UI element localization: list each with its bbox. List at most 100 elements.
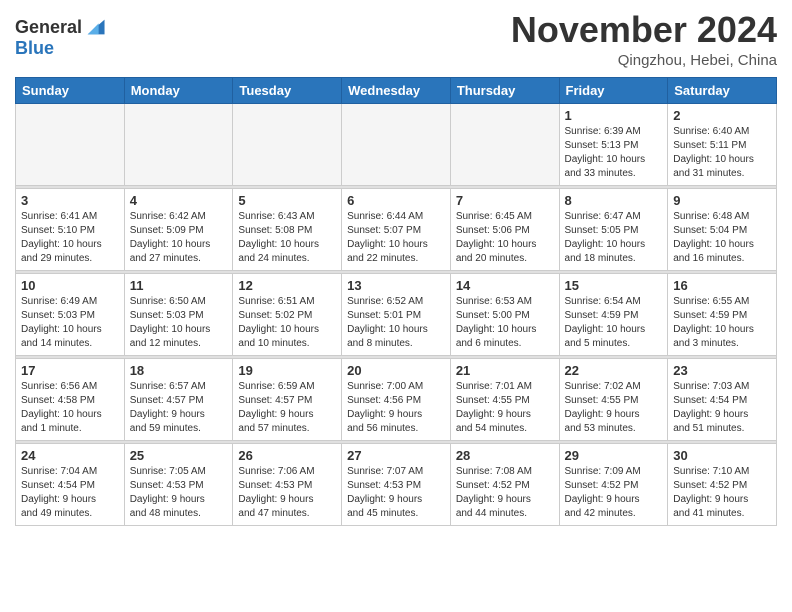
day-number: 24 (21, 448, 119, 463)
day-info: Sunrise: 7:09 AM Sunset: 4:52 PM Dayligh… (565, 465, 663, 521)
table-row: 3Sunrise: 6:41 AM Sunset: 5:10 PM Daylig… (16, 188, 125, 270)
day-number: 14 (456, 278, 554, 293)
day-number: 15 (565, 278, 663, 293)
day-info: Sunrise: 7:01 AM Sunset: 4:55 PM Dayligh… (456, 380, 554, 436)
day-number: 22 (565, 363, 663, 378)
page: General Blue November 2024 Qingzhou, Heb… (0, 0, 792, 541)
day-info: Sunrise: 7:10 AM Sunset: 4:52 PM Dayligh… (673, 465, 771, 521)
table-row: 9 Sunrise: 6:48 AM Sunset: 5:04 PM Daylig… (668, 188, 777, 270)
table-row (450, 103, 559, 185)
table-row: 26 Sunrise: 7:06 AM Sunset: 4:53 PM Dayli… (233, 443, 342, 525)
table-row: 16 Sunrise: 6:55 AM Sunset: 4:59 PM Dayli… (668, 273, 777, 355)
table-row (342, 103, 451, 185)
table-row: 13 Sunrise: 6:52 AM Sunset: 5:01 PM Dayli… (342, 273, 451, 355)
day-info: Sunrise: 6:54 AM Sunset: 4:59 PM Dayligh… (565, 295, 663, 351)
logo-blue-text: Blue (15, 38, 54, 58)
table-row: 4Sunrise: 6:42 AM Sunset: 5:09 PM Daylig… (124, 188, 233, 270)
day-info: Sunrise: 6:52 AM Sunset: 5:01 PM Dayligh… (347, 295, 445, 351)
day-number: 18 (130, 363, 228, 378)
logo-icon (84, 16, 106, 38)
table-row: 11Sunrise: 6:50 AM Sunset: 5:03 PM Dayli… (124, 273, 233, 355)
calendar-week-row: 10 Sunrise: 6:49 AM Sunset: 5:03 PM Dayli… (16, 273, 777, 355)
day-info: Sunrise: 6:57 AM Sunset: 4:57 PM Dayligh… (130, 380, 228, 436)
day-number: 2 (673, 108, 771, 123)
calendar-header-row: Sunday Monday Tuesday Wednesday Thursday… (16, 77, 777, 103)
day-info: Sunrise: 6:49 AM Sunset: 5:03 PM Dayligh… (21, 295, 119, 351)
table-row: 14 Sunrise: 6:53 AM Sunset: 5:00 PM Dayli… (450, 273, 559, 355)
day-info: Sunrise: 6:43 AM Sunset: 5:08 PM Dayligh… (238, 210, 336, 266)
day-info: Sunrise: 6:41 AM Sunset: 5:10 PM Dayligh… (21, 210, 119, 266)
day-info: Sunrise: 6:53 AM Sunset: 5:00 PM Dayligh… (456, 295, 554, 351)
location: Qingzhou, Hebei, China (511, 52, 777, 69)
day-info: Sunrise: 6:45 AM Sunset: 5:06 PM Dayligh… (456, 210, 554, 266)
table-row: 27 Sunrise: 7:07 AM Sunset: 4:53 PM Dayli… (342, 443, 451, 525)
day-number: 30 (673, 448, 771, 463)
day-number: 17 (21, 363, 119, 378)
day-info: Sunrise: 7:03 AM Sunset: 4:54 PM Dayligh… (673, 380, 771, 436)
table-row: 25Sunrise: 7:05 AM Sunset: 4:53 PM Dayli… (124, 443, 233, 525)
day-number: 23 (673, 363, 771, 378)
table-row: 21 Sunrise: 7:01 AM Sunset: 4:55 PM Dayli… (450, 358, 559, 440)
day-info: Sunrise: 6:56 AM Sunset: 4:58 PM Dayligh… (21, 380, 119, 436)
table-row: 10 Sunrise: 6:49 AM Sunset: 5:03 PM Dayli… (16, 273, 125, 355)
table-row (16, 103, 125, 185)
day-number: 4 (130, 193, 228, 208)
day-info: Sunrise: 7:08 AM Sunset: 4:52 PM Dayligh… (456, 465, 554, 521)
day-info: Sunrise: 6:51 AM Sunset: 5:02 PM Dayligh… (238, 295, 336, 351)
header: General Blue November 2024 Qingzhou, Heb… (15, 10, 777, 69)
day-number: 1 (565, 108, 663, 123)
table-row: 18 Sunrise: 6:57 AM Sunset: 4:57 PM Dayli… (124, 358, 233, 440)
day-number: 19 (238, 363, 336, 378)
table-row: 30 Sunrise: 7:10 AM Sunset: 4:52 PM Dayli… (668, 443, 777, 525)
day-info: Sunrise: 7:02 AM Sunset: 4:55 PM Dayligh… (565, 380, 663, 436)
col-saturday: Saturday (668, 77, 777, 103)
day-info: Sunrise: 7:06 AM Sunset: 4:53 PM Dayligh… (238, 465, 336, 521)
day-info: Sunrise: 7:04 AM Sunset: 4:54 PM Dayligh… (21, 465, 119, 521)
logo: General Blue (15, 10, 106, 59)
day-info: Sunrise: 6:48 AM Sunset: 5:04 PM Dayligh… (673, 210, 771, 266)
day-number: 12 (238, 278, 336, 293)
table-row (233, 103, 342, 185)
table-row: 23 Sunrise: 7:03 AM Sunset: 4:54 PM Dayli… (668, 358, 777, 440)
day-number: 28 (456, 448, 554, 463)
table-row: 2 Sunrise: 6:40 AM Sunset: 5:11 PM Daylig… (668, 103, 777, 185)
table-row: 22 Sunrise: 7:02 AM Sunset: 4:55 PM Dayli… (559, 358, 668, 440)
day-number: 27 (347, 448, 445, 463)
col-sunday: Sunday (16, 77, 125, 103)
day-number: 13 (347, 278, 445, 293)
day-info: Sunrise: 6:55 AM Sunset: 4:59 PM Dayligh… (673, 295, 771, 351)
col-tuesday: Tuesday (233, 77, 342, 103)
day-number: 7 (456, 193, 554, 208)
table-row: 29Sunrise: 7:09 AM Sunset: 4:52 PM Dayli… (559, 443, 668, 525)
day-info: Sunrise: 6:44 AM Sunset: 5:07 PM Dayligh… (347, 210, 445, 266)
table-row: 24 Sunrise: 7:04 AM Sunset: 4:54 PM Dayli… (16, 443, 125, 525)
calendar-week-row: 24 Sunrise: 7:04 AM Sunset: 4:54 PM Dayli… (16, 443, 777, 525)
day-info: Sunrise: 6:47 AM Sunset: 5:05 PM Dayligh… (565, 210, 663, 266)
table-row: 8Sunrise: 6:47 AM Sunset: 5:05 PM Daylig… (559, 188, 668, 270)
day-info: Sunrise: 6:39 AM Sunset: 5:13 PM Dayligh… (565, 125, 663, 181)
day-number: 16 (673, 278, 771, 293)
table-row: 5Sunrise: 6:43 AM Sunset: 5:08 PM Daylig… (233, 188, 342, 270)
table-row: 7 Sunrise: 6:45 AM Sunset: 5:06 PM Daylig… (450, 188, 559, 270)
table-row: 20Sunrise: 7:00 AM Sunset: 4:56 PM Dayli… (342, 358, 451, 440)
table-row: 19 Sunrise: 6:59 AM Sunset: 4:57 PM Dayli… (233, 358, 342, 440)
col-wednesday: Wednesday (342, 77, 451, 103)
day-number: 25 (130, 448, 228, 463)
day-info: Sunrise: 7:07 AM Sunset: 4:53 PM Dayligh… (347, 465, 445, 521)
day-info: Sunrise: 6:40 AM Sunset: 5:11 PM Dayligh… (673, 125, 771, 181)
day-info: Sunrise: 6:59 AM Sunset: 4:57 PM Dayligh… (238, 380, 336, 436)
logo-general-text: General (15, 17, 82, 38)
col-thursday: Thursday (450, 77, 559, 103)
table-row: 1 Sunrise: 6:39 AM Sunset: 5:13 PM Daylig… (559, 103, 668, 185)
table-row: 17 Sunrise: 6:56 AM Sunset: 4:58 PM Dayli… (16, 358, 125, 440)
table-row: 6 Sunrise: 6:44 AM Sunset: 5:07 PM Daylig… (342, 188, 451, 270)
col-monday: Monday (124, 77, 233, 103)
day-number: 10 (21, 278, 119, 293)
table-row: 15 Sunrise: 6:54 AM Sunset: 4:59 PM Dayli… (559, 273, 668, 355)
calendar-week-row: 1 Sunrise: 6:39 AM Sunset: 5:13 PM Daylig… (16, 103, 777, 185)
day-number: 21 (456, 363, 554, 378)
day-number: 6 (347, 193, 445, 208)
table-row: 12 Sunrise: 6:51 AM Sunset: 5:02 PM Dayli… (233, 273, 342, 355)
day-number: 26 (238, 448, 336, 463)
day-number: 9 (673, 193, 771, 208)
